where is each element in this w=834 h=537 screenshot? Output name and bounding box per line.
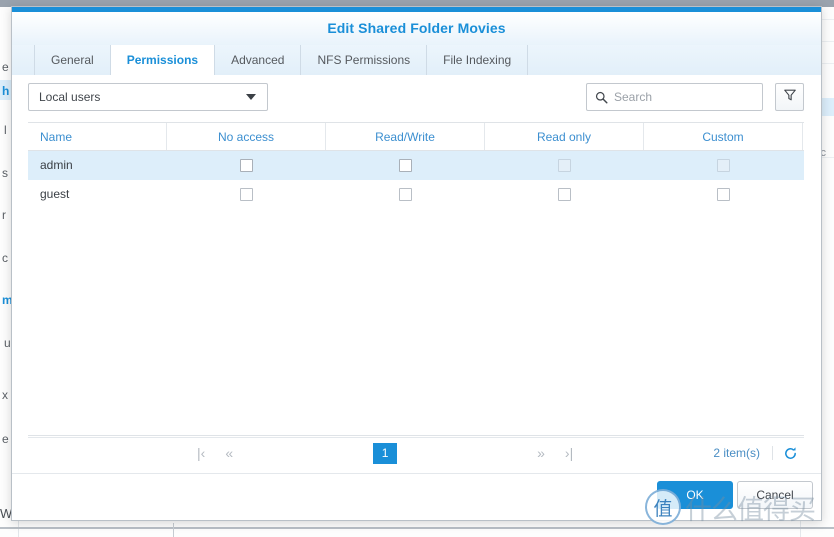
background-fragment: e bbox=[2, 432, 9, 446]
background-fragment: h bbox=[2, 84, 9, 98]
table-row[interactable]: admin bbox=[28, 151, 804, 180]
checkbox-read-write[interactable] bbox=[399, 188, 412, 201]
user-scope-value: Local users bbox=[29, 90, 246, 104]
background-bottom-rule bbox=[0, 527, 834, 529]
dialog-footer: OK Cancel bbox=[12, 473, 821, 520]
search-icon bbox=[595, 91, 608, 104]
checkbox-custom[interactable] bbox=[717, 188, 730, 201]
column-header-name[interactable]: Name bbox=[28, 123, 167, 150]
previous-page-icon[interactable]: « bbox=[215, 445, 243, 461]
item-count-label: 2 item(s) bbox=[713, 446, 773, 460]
cancel-button[interactable]: Cancel bbox=[737, 481, 813, 509]
cell-no-access[interactable] bbox=[167, 180, 326, 208]
next-page-icon[interactable]: » bbox=[527, 445, 555, 461]
tab-file-indexing[interactable]: File Indexing bbox=[427, 45, 528, 75]
tab-bar: General Permissions Advanced NFS Permiss… bbox=[12, 45, 821, 75]
permissions-grid: Name No access Read/Write Read only Cust… bbox=[28, 122, 804, 436]
ok-button[interactable]: OK bbox=[657, 481, 733, 509]
checkbox-read-write[interactable] bbox=[399, 159, 412, 172]
checkbox-read-only bbox=[558, 159, 571, 172]
permissions-toolbar: Local users bbox=[12, 83, 821, 115]
search-box[interactable] bbox=[586, 83, 763, 111]
first-page-icon[interactable]: |‹ bbox=[187, 445, 215, 461]
pagination-bar: |‹ « 1 » ›| 2 item(s) bbox=[28, 437, 804, 468]
background-fragment: l bbox=[4, 123, 7, 137]
background-bottom-divider bbox=[173, 523, 174, 537]
cell-read-only bbox=[485, 151, 644, 179]
cell-custom bbox=[644, 151, 803, 179]
background-fragment: r bbox=[2, 208, 6, 222]
refresh-icon[interactable] bbox=[783, 446, 798, 461]
cell-read-write[interactable] bbox=[326, 151, 485, 179]
background-fragment: s bbox=[2, 166, 8, 180]
dialog-title: Edit Shared Folder Movies bbox=[12, 12, 821, 45]
tab-label: General bbox=[51, 53, 94, 67]
page-number-1[interactable]: 1 bbox=[373, 443, 397, 464]
cell-user-name: admin bbox=[28, 151, 167, 179]
tab-label: Advanced bbox=[231, 53, 284, 67]
edit-shared-folder-dialog: Edit Shared Folder Movies General Permis… bbox=[11, 6, 822, 521]
search-input[interactable] bbox=[614, 90, 744, 104]
background-fragment: e bbox=[2, 60, 9, 74]
screen: e h l s r c m u x e e : 1 vic Wireless E… bbox=[0, 0, 834, 537]
background-fragment: u bbox=[4, 336, 11, 350]
checkbox-no-access[interactable] bbox=[240, 188, 253, 201]
background-fragment: x bbox=[2, 388, 8, 402]
checkbox-no-access[interactable] bbox=[240, 159, 253, 172]
filter-funnel-icon bbox=[783, 88, 797, 107]
grid-header-row: Name No access Read/Write Read only Cust… bbox=[28, 123, 804, 151]
tab-label: Permissions bbox=[127, 53, 198, 67]
column-header-read-write[interactable]: Read/Write bbox=[326, 123, 485, 150]
dialog-body: Local users bbox=[12, 75, 821, 474]
user-scope-dropdown[interactable]: Local users bbox=[28, 83, 268, 111]
tab-label: File Indexing bbox=[443, 53, 511, 67]
tab-permissions[interactable]: Permissions bbox=[111, 45, 215, 75]
background-fragment: c bbox=[2, 251, 8, 265]
cell-read-only[interactable] bbox=[485, 180, 644, 208]
table-row[interactable]: guest bbox=[28, 180, 804, 209]
tab-nfs-permissions[interactable]: NFS Permissions bbox=[301, 45, 427, 75]
last-page-icon[interactable]: ›| bbox=[555, 445, 583, 461]
cell-no-access[interactable] bbox=[167, 151, 326, 179]
cell-read-write[interactable] bbox=[326, 180, 485, 208]
tab-general[interactable]: General bbox=[34, 45, 111, 75]
filter-button[interactable] bbox=[775, 83, 804, 111]
tab-label: NFS Permissions bbox=[317, 53, 410, 67]
column-header-custom[interactable]: Custom bbox=[644, 123, 803, 150]
checkbox-custom bbox=[717, 159, 730, 172]
chevron-down-icon bbox=[246, 94, 256, 100]
checkbox-read-only[interactable] bbox=[558, 188, 571, 201]
cell-custom[interactable] bbox=[644, 180, 803, 208]
column-header-no-access[interactable]: No access bbox=[167, 123, 326, 150]
cell-user-name: guest bbox=[28, 180, 167, 208]
tab-advanced[interactable]: Advanced bbox=[215, 45, 301, 75]
column-header-read-only[interactable]: Read only bbox=[485, 123, 644, 150]
